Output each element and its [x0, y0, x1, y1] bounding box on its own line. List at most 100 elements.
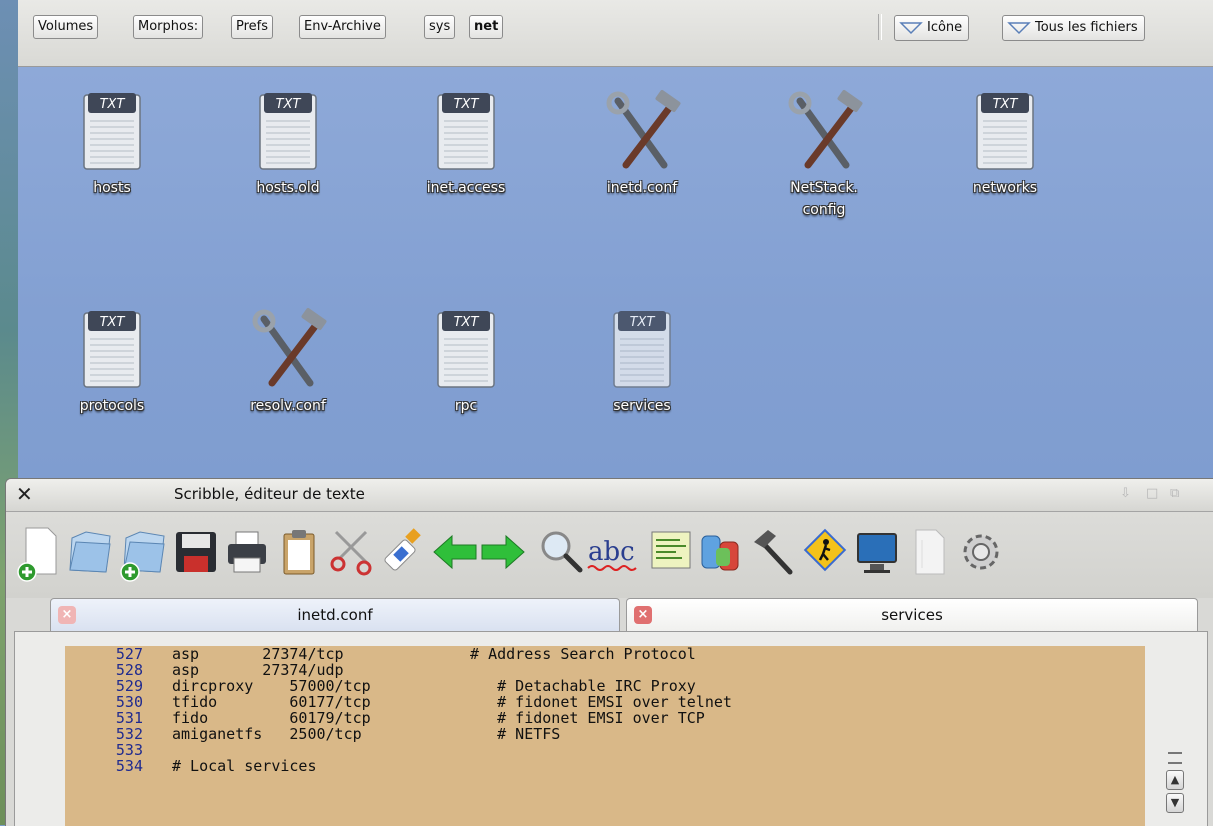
file-filter-dropdown[interactable]: Tous les fichiers [1002, 15, 1145, 41]
file-rpc[interactable]: rpc [406, 307, 526, 417]
tags-icon[interactable] [696, 522, 746, 582]
file-resolv-conf[interactable]: resolv.conf [228, 307, 348, 417]
search-icon[interactable] [536, 522, 586, 582]
text-editor[interactable]: 527 asp 27374/tcp # Address Search Protoc… [65, 646, 1145, 826]
display-icon[interactable] [852, 522, 902, 582]
terminal-icon[interactable] [646, 522, 696, 582]
text-file-icon [434, 89, 498, 173]
settings-gear-icon[interactable] [956, 522, 1006, 582]
file-hosts[interactable]: hosts [52, 89, 172, 199]
save-icon[interactable] [170, 522, 220, 582]
new-document-icon[interactable] [14, 522, 64, 582]
file-label: hosts.old [256, 180, 320, 196]
text-file-icon [434, 307, 498, 391]
tab-inetd-conf[interactable]: × inetd.conf [50, 598, 620, 632]
line-text: tfido 60177/tcp # fidonet EMSI over teln… [172, 693, 732, 711]
file-filter-label: Tous les fichiers [1035, 20, 1138, 35]
line-number: 531 [115, 709, 143, 727]
view-mode-label: Icône [927, 20, 963, 35]
line-text: dircproxy 57000/tcp # Detachable IRC Pro… [172, 677, 696, 695]
glue-icon[interactable] [378, 522, 428, 582]
file-label: services [613, 398, 671, 414]
text-line: 532 amiganetfs 2500/tcp # NETFS [65, 726, 1145, 742]
file-protocols[interactable]: protocols [52, 307, 172, 417]
text-file-icon [973, 89, 1037, 173]
open-folder-icon[interactable] [66, 522, 116, 582]
file-networks[interactable]: networks [945, 89, 1065, 199]
vertical-scrollbar[interactable]: ▲ ▼ [1166, 752, 1184, 816]
text-line: 528 asp 27374/udp [65, 662, 1145, 678]
file-label: resolv.conf [250, 398, 326, 414]
breadcrumb-sys[interactable]: sys [424, 15, 456, 39]
tools-config-icon [246, 307, 330, 391]
file-label: rpc [454, 398, 478, 414]
line-number: 530 [115, 693, 143, 711]
line-number: 532 [115, 725, 143, 743]
text-line: 533 [65, 742, 1145, 758]
depth-icon[interactable]: ⧉ [1170, 487, 1184, 501]
new-folder-icon[interactable] [118, 522, 168, 582]
file-services[interactable]: services [582, 307, 702, 417]
tools-config-icon [782, 89, 866, 173]
tools-config-icon [600, 89, 684, 173]
scissors-icon[interactable] [326, 522, 376, 582]
breadcrumb-prefs[interactable]: Prefs [231, 15, 274, 39]
zoom-icon[interactable]: □ [1146, 487, 1160, 501]
tab-services[interactable]: × services [626, 598, 1198, 632]
text-file-icon [80, 307, 144, 391]
line-text: fido 60179/tcp # fidonet EMSI over TCP [172, 709, 705, 727]
path-toolbar: Volumes Morphos: Prefs Env-Archive sys n… [18, 0, 1213, 67]
tab-label: inetd.conf [297, 606, 373, 624]
file-netstack-config[interactable]: NetStack. config [764, 89, 884, 221]
file-label: protocols [79, 398, 145, 414]
line-text: amiganetfs 2500/tcp # NETFS [172, 725, 561, 743]
file-manager-window: Volumes Morphos: Prefs Env-Archive sys n… [18, 0, 1213, 478]
line-number: 533 [115, 741, 143, 759]
close-icon[interactable]: ✕ [16, 482, 33, 506]
text-line: 534 # Local services [65, 758, 1145, 774]
breadcrumb-volumes[interactable]: Volumes [33, 15, 99, 39]
text-file-icon [256, 89, 320, 173]
page-icon[interactable] [904, 522, 954, 582]
window-title: Scribble, éditeur de texte [174, 485, 365, 503]
text-line: 529 dircproxy 57000/tcp # Detachable IRC … [65, 678, 1145, 694]
hammer-icon[interactable] [748, 522, 798, 582]
breadcrumb-env-archive[interactable]: Env-Archive [299, 15, 386, 39]
scroll-down-icon[interactable]: ▼ [1166, 793, 1184, 813]
text-file-icon [80, 89, 144, 173]
line-number: 527 [115, 645, 143, 663]
clipboard-icon[interactable] [274, 522, 324, 582]
text-line: 527 asp 27374/tcp # Address Search Protoc… [65, 646, 1145, 662]
redo-arrow-icon[interactable] [478, 522, 528, 582]
line-number: 528 [115, 661, 143, 679]
print-icon[interactable] [222, 522, 272, 582]
text-file-icon [610, 307, 674, 391]
toolbar-separator [878, 14, 882, 40]
text-line: 530 tfido 60177/tcp # fidonet EMSI over t… [65, 694, 1145, 710]
editor-toolbar: abc [6, 512, 1213, 598]
window-titlebar[interactable]: ✕ Scribble, éditeur de texte ⇩ □ ⧉ [6, 479, 1213, 512]
breadcrumb-morphos[interactable]: Morphos: [133, 15, 204, 39]
line-text: asp 27374/udp [172, 661, 344, 679]
spellcheck-icon[interactable]: abc [584, 522, 646, 582]
file-label: hosts [93, 180, 131, 196]
undo-arrow-icon[interactable] [430, 522, 480, 582]
file-label: inetd.conf [606, 180, 678, 196]
iconify-icon[interactable]: ⇩ [1120, 487, 1134, 501]
file-label: networks [972, 180, 1038, 196]
file-hosts-old[interactable]: hosts.old [228, 89, 348, 199]
chevron-down-icon [1007, 21, 1031, 34]
file-icon-view: hosts hosts.old inet.access inetd.conf N… [18, 67, 1213, 478]
line-number: 534 [115, 757, 143, 775]
line-number: 529 [115, 677, 143, 695]
hiker-sign-icon[interactable] [800, 522, 850, 582]
breadcrumb-net[interactable]: net [469, 15, 504, 39]
file-label: NetStack. config [790, 180, 858, 218]
text-line: 531 fido 60179/tcp # fidonet EMSI over TC… [65, 710, 1145, 726]
scroll-up-icon[interactable]: ▲ [1166, 770, 1184, 790]
chevron-down-icon [899, 21, 923, 34]
view-mode-dropdown[interactable]: Icône [894, 15, 970, 41]
scrollbar-grip[interactable] [1168, 752, 1182, 764]
file-inet-access[interactable]: inet.access [406, 89, 526, 199]
file-inetd-conf[interactable]: inetd.conf [582, 89, 702, 199]
